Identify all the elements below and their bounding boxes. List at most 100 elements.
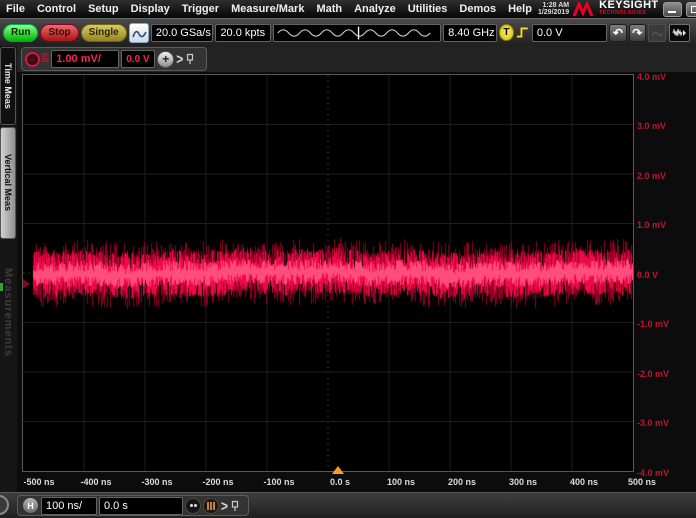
scope-screen-icon xyxy=(131,26,147,40)
y-axis-label: -1.0 mV xyxy=(637,319,669,329)
stop-button[interactable]: Stop xyxy=(40,24,78,42)
horizontal-position-field[interactable]: 0.0 s xyxy=(99,497,183,515)
expand-chevron-icon[interactable]: > xyxy=(176,51,183,68)
menu-control[interactable]: Control xyxy=(31,2,82,16)
y-axis-label: -2.0 mV xyxy=(637,369,669,379)
restore-icon xyxy=(691,6,696,13)
graticule xyxy=(22,74,634,472)
horizontal-controls: H 100 ns/ 0.0 s > xyxy=(17,495,249,516)
brand-name: KEYSIGHT xyxy=(599,1,658,9)
knob-bar-icon xyxy=(213,502,215,510)
menu-math[interactable]: Math xyxy=(310,2,348,16)
trigger-time-marker-icon[interactable] xyxy=(332,466,344,474)
tab-vertical-meas[interactable]: Vertical Meas xyxy=(0,127,16,239)
clock-time: 1:28 AM xyxy=(538,2,569,9)
status-led xyxy=(0,283,3,291)
x-axis-label: -400 ns xyxy=(80,477,111,487)
intensity-knob-button[interactable] xyxy=(203,498,219,514)
plus-icon: + xyxy=(162,53,169,65)
clock-date: 1/29/2019 xyxy=(538,9,569,16)
trigger-level-field[interactable]: 0.0 V xyxy=(532,24,607,42)
knob-bar-icon xyxy=(210,502,212,510)
x-axis-label: -300 ns xyxy=(141,477,172,487)
restore-button[interactable] xyxy=(686,2,696,17)
x-axis-label: 0.0 s xyxy=(330,477,350,487)
edge-knob-icon[interactable] xyxy=(0,495,9,515)
expand-chevron-icon[interactable]: > xyxy=(221,497,228,514)
channel-1-icon[interactable] xyxy=(25,52,40,67)
x-axis-label: -500 ns xyxy=(23,477,54,487)
timebase-field[interactable]: 100 ns/ xyxy=(41,497,97,515)
tab-time-meas[interactable]: Time Meas xyxy=(0,47,16,125)
y-axis-label: 0.0 V xyxy=(637,270,658,280)
trigger-source-badge[interactable]: T xyxy=(499,24,515,41)
left-sidebar: Time Meas Vertical Meas Measurements xyxy=(0,46,17,492)
horizontal-badge[interactable]: H xyxy=(22,497,39,514)
horizontal-toolbar: H 100 ns/ 0.0 s > xyxy=(0,492,696,518)
waveform-recall-button[interactable] xyxy=(669,24,690,42)
run-button[interactable]: Run xyxy=(3,24,38,42)
waveform-preview-icon xyxy=(276,24,438,42)
pushpin-icon[interactable] xyxy=(230,500,240,512)
channel-ground-marker-icon xyxy=(23,279,30,289)
channel-scale-field[interactable]: 1.00 mV/ xyxy=(51,50,119,68)
menu-bar: File Control Setup Display Trigger Measu… xyxy=(0,0,696,19)
x-axis-label: 500 ns xyxy=(628,477,656,487)
menu-help[interactable]: Help xyxy=(502,2,538,16)
menu-setup[interactable]: Setup xyxy=(82,2,125,16)
oscilloscope-window: File Control Setup Display Trigger Measu… xyxy=(0,0,696,518)
menu-measure-mark[interactable]: Measure/Mark xyxy=(225,2,310,16)
bandwidth-field[interactable]: 8.40 GHz xyxy=(443,24,497,42)
menu-file[interactable]: File xyxy=(0,2,31,16)
channel-1-noise-trace xyxy=(23,75,633,471)
y-axis-label: 1.0 mV xyxy=(637,220,666,230)
acquisition-preview-field[interactable] xyxy=(273,24,441,42)
measurements-watermark: Measurements xyxy=(2,268,14,357)
x-axis-label: 100 ns xyxy=(387,477,415,487)
dot-icon xyxy=(190,504,193,507)
coupling-label: DC xyxy=(42,59,49,64)
noise-waveform-icon xyxy=(672,27,687,39)
redo-button[interactable]: ↷ xyxy=(629,24,646,42)
y-axis-label: -3.0 mV xyxy=(637,418,669,428)
minimize-icon xyxy=(668,11,676,13)
knob-bar-icon xyxy=(207,502,209,510)
trigger-edge-icon[interactable] xyxy=(516,25,530,40)
clock: 1:28 AM 1/29/2019 xyxy=(538,2,569,16)
screen-dim-icon xyxy=(651,28,663,38)
menu-utilities[interactable]: Utilities xyxy=(402,2,454,16)
menu-trigger[interactable]: Trigger xyxy=(176,2,225,16)
redo-icon: ↷ xyxy=(632,27,642,39)
brand-text: KEYSIGHT TECHNOLOGIES xyxy=(599,1,658,17)
x-axis-label: -100 ns xyxy=(263,477,294,487)
y-axis-label: 4.0 mV xyxy=(637,72,666,82)
menu-display[interactable]: Display xyxy=(125,2,176,16)
single-button[interactable]: Single xyxy=(81,24,127,42)
x-axis-label: 300 ns xyxy=(509,477,537,487)
y-axis-label: 3.0 mV xyxy=(637,121,666,131)
keysight-logo-icon xyxy=(573,2,595,17)
acquisition-mode-button[interactable] xyxy=(129,23,149,43)
add-channel-button[interactable]: + xyxy=(157,51,174,68)
touch-button[interactable] xyxy=(185,498,201,514)
x-axis-label: 200 ns xyxy=(448,477,476,487)
undo-icon: ↶ xyxy=(613,27,623,39)
toolbar-right-cluster xyxy=(648,24,693,42)
sample-rate-field[interactable]: 20.0 GSa/s xyxy=(151,24,214,42)
minimize-button[interactable] xyxy=(663,2,682,17)
dot-icon xyxy=(194,504,197,507)
menubar-right-cluster: 1:28 AM 1/29/2019 KEYSIGHT TECHNOLOGIES … xyxy=(538,1,696,17)
channel-1-controls: 50 DC 1.00 mV/ 0.0 V + > xyxy=(21,47,207,71)
menu-demos[interactable]: Demos xyxy=(453,2,502,16)
undo-button[interactable]: ↶ xyxy=(609,24,626,42)
y-axis-label: 2.0 mV xyxy=(637,171,666,181)
menu-analyze[interactable]: Analyze xyxy=(348,2,402,16)
acquisition-toolbar: Run Stop Single 20.0 GSa/s 20.0 kpts 8.4… xyxy=(0,18,696,46)
channel-offset-field[interactable]: 0.0 V xyxy=(121,50,155,68)
channel-coupling: 50 DC xyxy=(42,54,49,64)
x-axis-label: -200 ns xyxy=(202,477,233,487)
x-axis-label: 400 ns xyxy=(570,477,598,487)
pushpin-icon[interactable] xyxy=(185,53,195,65)
channel-row: 50 DC 1.00 mV/ 0.0 V + > xyxy=(0,46,696,72)
memory-depth-field[interactable]: 20.0 kpts xyxy=(215,24,270,42)
